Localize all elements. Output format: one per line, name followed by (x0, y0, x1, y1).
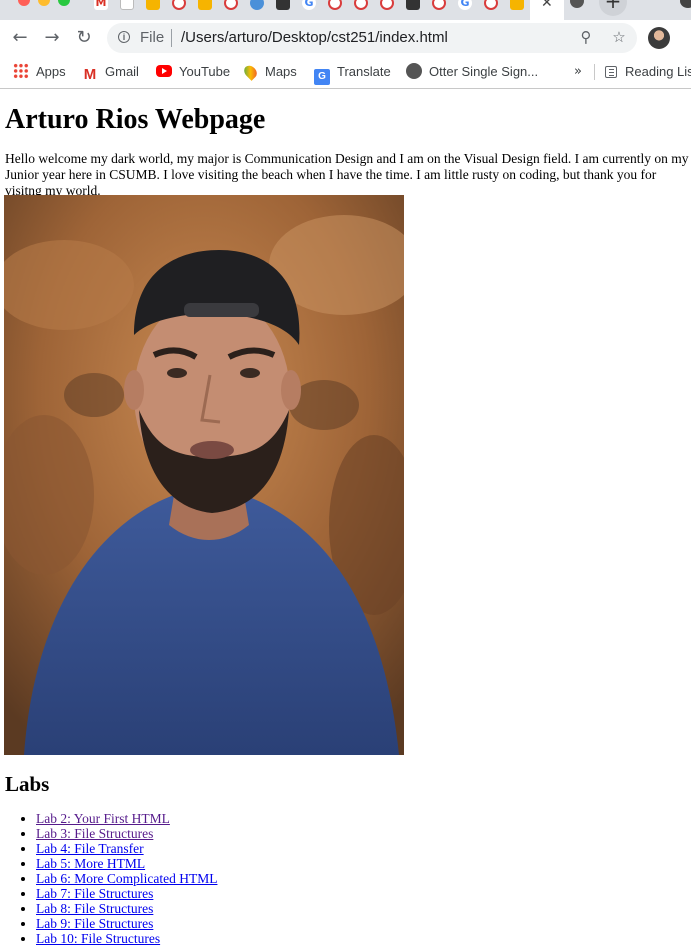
csumb-tab-icon[interactable] (328, 0, 342, 10)
list-item: Lab 4: File Transfer (36, 841, 217, 856)
slides-tab-icon[interactable] (146, 0, 160, 10)
bookmark-label: Gmail (105, 64, 139, 79)
youtube-icon (156, 65, 172, 77)
menu-icon[interactable]: ⋮ (684, 26, 691, 50)
bookmark-translate[interactable]: G Translate (314, 62, 391, 85)
profile-photo (4, 195, 404, 755)
new-tab-button[interactable]: + (599, 0, 627, 16)
glasses-tab-icon[interactable] (406, 0, 420, 10)
profile-avatar[interactable] (648, 27, 670, 49)
list-item: Lab 2: Your First HTML (36, 811, 217, 826)
reading-list-label: Reading List (625, 64, 691, 79)
csumb-tab-icon[interactable] (172, 0, 186, 10)
reading-list-button[interactable]: Reading List (605, 62, 691, 82)
list-item: Lab 8: File Structures (36, 901, 217, 916)
settings-tab-icon[interactable] (250, 0, 264, 10)
gmail-tab-icon[interactable]: M (94, 0, 108, 10)
reload-icon[interactable]: ↻ (72, 26, 96, 50)
bookmarks-overflow-button[interactable]: » (574, 62, 582, 82)
labs-list: Lab 2: Your First HTML Lab 3: File Struc… (0, 811, 217, 946)
page-title: Arturo Rios Webpage (5, 104, 266, 135)
labs-heading: Labs (5, 772, 50, 796)
csumb-tab-icon[interactable] (380, 0, 394, 10)
intro-paragraph: Hello welcome my dark world, my major is… (5, 151, 689, 198)
reading-list-icon (605, 66, 617, 78)
bookmark-otter-sso[interactable]: Otter Single Sign... (406, 62, 538, 82)
list-item: Lab 3: File Structures (36, 826, 217, 841)
zoom-window-button[interactable] (58, 0, 70, 6)
back-arrow-icon[interactable]: ← (8, 26, 32, 50)
lab-link[interactable]: Lab 6: More Complicated HTML (36, 871, 217, 886)
lab-link[interactable]: Lab 7: File Structures (36, 886, 153, 901)
info-icon[interactable]: i (118, 31, 130, 43)
globe-tab-icon[interactable] (570, 0, 584, 8)
lab-link[interactable]: Lab 4: File Transfer (36, 841, 144, 856)
bookmark-apps[interactable]: Apps (13, 62, 66, 82)
bookmark-gmail[interactable]: M Gmail (82, 62, 139, 83)
list-item: Lab 9: File Structures (36, 916, 217, 931)
google-tab-icon[interactable]: G (458, 0, 472, 10)
blank-tab-icon[interactable] (120, 0, 134, 10)
bookmarks-bar: Apps M Gmail YouTube Maps G Translate Otte… (0, 56, 691, 89)
csumb-tab-icon[interactable] (224, 0, 238, 10)
bookmark-star-icon[interactable]: ☆ (609, 27, 629, 47)
bookmark-label: Otter Single Sign... (429, 64, 539, 79)
translate-icon: G (314, 69, 330, 85)
tab-strip: M G G ✕ + (0, 0, 691, 20)
address-bar-divider (171, 29, 172, 47)
bookmark-label: YouTube (179, 64, 231, 79)
bookmark-label: Apps (36, 64, 66, 79)
list-item: Lab 7: File Structures (36, 886, 217, 901)
list-item: Lab 10: File Structures (36, 931, 217, 946)
list-item: Lab 6: More Complicated HTML (36, 871, 217, 886)
minimize-window-button[interactable] (38, 0, 50, 6)
document-tab-icon[interactable] (276, 0, 290, 10)
lab-link[interactable]: Lab 3: File Structures (36, 826, 153, 841)
slides-tab-icon[interactable] (510, 0, 524, 10)
lab-link[interactable]: Lab 8: File Structures (36, 901, 153, 916)
url-scheme-label: File (140, 29, 165, 46)
slides-tab-icon[interactable] (198, 0, 212, 10)
csumb-tab-icon[interactable] (354, 0, 368, 10)
lab-link[interactable]: Lab 5: More HTML (36, 856, 145, 871)
url-text[interactable]: /Users/arturo/Desktop/cst251/index.html (181, 29, 448, 46)
lab-link[interactable]: Lab 2: Your First HTML (36, 811, 170, 826)
gmail-icon: M (83, 66, 97, 83)
address-bar[interactable]: i File /Users/arturo/Desktop/cst251/inde… (107, 23, 637, 53)
close-window-button[interactable] (18, 0, 30, 6)
lab-link[interactable]: Lab 9: File Structures (36, 916, 153, 931)
list-item: Lab 5: More HTML (36, 856, 217, 871)
csumb-tab-icon[interactable] (432, 0, 446, 10)
bookmark-label: Translate (337, 64, 391, 79)
apps-icon (13, 63, 29, 79)
maps-icon (241, 63, 260, 81)
globe-icon (406, 63, 422, 79)
browser-toolbar: ← → ↻ i File /Users/arturo/Desktop/cst25… (0, 20, 691, 56)
google-tab-icon[interactable]: G (302, 0, 316, 10)
zoom-icon[interactable]: ⚲ (576, 27, 596, 47)
bookmark-maps[interactable]: Maps (241, 62, 297, 82)
bookmark-youtube[interactable]: YouTube (156, 62, 230, 82)
forward-arrow-icon[interactable]: → (40, 26, 64, 50)
bookmarks-divider (594, 64, 595, 80)
bookmark-label: Maps (265, 64, 297, 79)
profile-edge-icon[interactable] (680, 0, 691, 8)
tab-favicons: M G G (94, 0, 536, 10)
csumb-tab-icon[interactable] (484, 0, 498, 10)
page-viewport: Arturo Rios Webpage Hello welcome my dar… (0, 89, 691, 948)
lab-link[interactable]: Lab 10: File Structures (36, 931, 160, 946)
profile-photo-illustration (4, 195, 404, 755)
close-tab-icon[interactable]: ✕ (541, 0, 553, 11)
